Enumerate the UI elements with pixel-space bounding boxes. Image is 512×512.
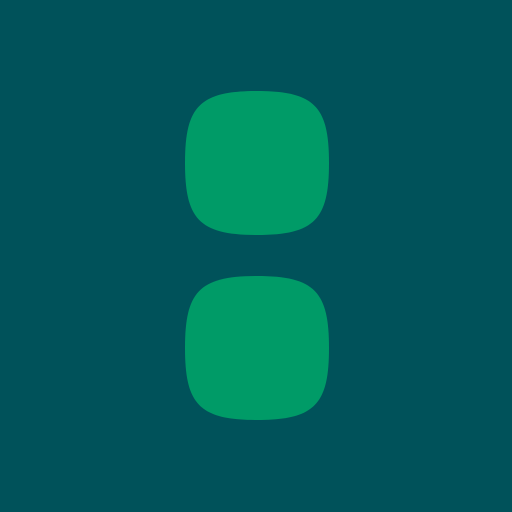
app-icon	[0, 0, 512, 512]
bottom-squircle	[185, 276, 329, 420]
top-squircle	[185, 91, 329, 235]
icon-background	[0, 0, 512, 512]
two-stacked-squircles-icon	[0, 0, 512, 512]
